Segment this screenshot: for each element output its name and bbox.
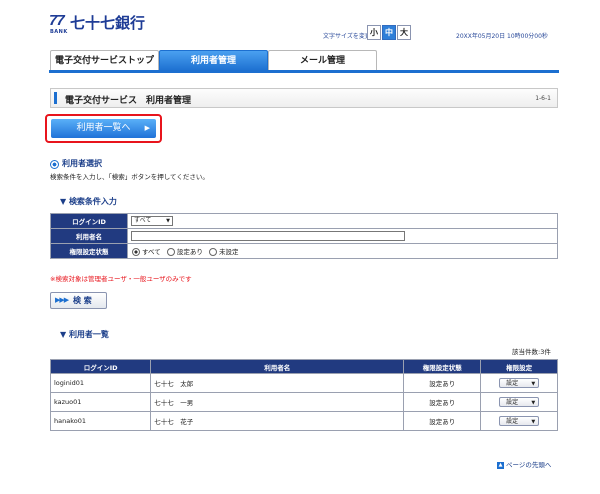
setting-dropdown-button[interactable]: 設定 ▼ bbox=[499, 378, 540, 388]
font-size-label: 文字サイズを変更 bbox=[323, 33, 371, 40]
search-target-note: ※検索対象は管理者ユーザ・一般ユーザのみです bbox=[50, 275, 192, 283]
font-size-medium-button[interactable]: 中 bbox=[382, 25, 396, 40]
search-conditions-table: ログインID すべて ▼ 利用者名 権限設定状態 すべて 設定あり 未設定 bbox=[50, 213, 558, 259]
row-user-name: 七十七 太郎 bbox=[150, 373, 405, 393]
setting-label: 設定 bbox=[506, 418, 519, 425]
user-name-input[interactable] bbox=[131, 231, 405, 241]
user-list-button[interactable]: 利用者一覧へ ▶ bbox=[51, 119, 156, 138]
login-id-select-value: すべて bbox=[134, 217, 152, 224]
auth-status-label: 権限設定状態 bbox=[50, 243, 128, 259]
chevron-right-icon: ▶ bbox=[144, 124, 150, 132]
screen-number: 1-6-1 bbox=[535, 95, 551, 102]
radio-selected-icon bbox=[132, 248, 140, 256]
user-list-table: ログインID 利用者名 権限設定状態 権限設定 loginid01 七十七 太郎… bbox=[49, 359, 558, 431]
column-header-auth-setting: 権限設定 bbox=[480, 359, 558, 374]
auth-radio-set[interactable]: 設定あり bbox=[166, 246, 203, 256]
auth-radio-unset-label: 未設定 bbox=[218, 248, 239, 256]
row-login-id: kazuo01 bbox=[49, 392, 152, 412]
page-top-label: ページの先頭へ bbox=[506, 461, 552, 469]
user-selection-heading: 利用者選択 bbox=[62, 159, 102, 168]
current-datetime: 20XX年05月20日 10時00分00秒 bbox=[456, 33, 548, 40]
bank-logo-mark: 77 bbox=[49, 12, 65, 29]
radio-icon bbox=[166, 248, 175, 256]
row-action-cell: 設定 ▼ bbox=[480, 373, 558, 393]
setting-label: 設定 bbox=[506, 399, 519, 406]
search-row-login-id: ログインID すべて ▼ bbox=[50, 213, 558, 229]
row-action-cell: 設定 ▼ bbox=[480, 392, 558, 412]
chevron-down-icon: ▼ bbox=[531, 400, 536, 406]
table-row: hanako01 七十七 花子 設定あり 設定 ▼ bbox=[49, 411, 558, 431]
page-title: 電子交付サービス 利用者管理 bbox=[65, 96, 192, 106]
triple-arrow-icon: ▶▶▶ bbox=[55, 296, 69, 304]
table-row: loginid01 七十七 太郎 設定あり 設定 ▼ bbox=[49, 373, 558, 393]
tab-user-management[interactable]: 利用者管理 bbox=[159, 50, 268, 71]
row-auth-status: 設定あり bbox=[403, 411, 482, 431]
search-button-label: 検 索 bbox=[73, 296, 92, 305]
row-auth-status: 設定あり bbox=[403, 373, 482, 393]
search-conditions-heading: ▼ 検索条件入力 bbox=[60, 197, 117, 206]
tab-bar-underline bbox=[49, 70, 559, 73]
font-size-small-button[interactable]: 小 bbox=[367, 25, 381, 40]
auth-radio-set-label: 設定あり bbox=[176, 248, 203, 256]
user-list-button-label: 利用者一覧へ bbox=[76, 123, 131, 133]
user-list-heading: ▼ 利用者一覧 bbox=[60, 330, 109, 339]
login-id-select[interactable]: すべて ▼ bbox=[131, 216, 173, 226]
user-name-label: 利用者名 bbox=[50, 228, 128, 244]
row-login-id: hanako01 bbox=[49, 411, 152, 431]
auth-radio-all[interactable]: すべて bbox=[132, 246, 161, 256]
chevron-down-icon: ▼ bbox=[531, 381, 536, 387]
auth-radio-all-label: すべて bbox=[142, 248, 161, 256]
search-instruction: 検索条件を入力し、「検索」ボタンを押してください。 bbox=[50, 173, 209, 181]
result-count: 該当件数:3件 bbox=[512, 348, 551, 356]
page-title-box: 電子交付サービス 利用者管理 1-6-1 bbox=[50, 88, 558, 108]
login-id-label: ログインID bbox=[50, 213, 128, 229]
setting-dropdown-button[interactable]: 設定 ▼ bbox=[499, 416, 540, 426]
page-top-link[interactable]: ▲ ページの先頭へ bbox=[497, 459, 551, 469]
row-user-name: 七十七 花子 bbox=[150, 411, 405, 431]
bank-name: 七十七銀行 bbox=[70, 14, 146, 32]
column-header-auth-status: 権限設定状態 bbox=[403, 359, 482, 374]
bank-logo-caption: BANK bbox=[50, 29, 68, 35]
tab-mail-management[interactable]: メール管理 bbox=[268, 50, 377, 71]
row-user-name: 七十七 一男 bbox=[150, 392, 405, 412]
setting-dropdown-button[interactable]: 設定 ▼ bbox=[499, 397, 540, 407]
search-button[interactable]: ▶▶▶ 検 索 bbox=[50, 292, 107, 309]
column-header-user-name: 利用者名 bbox=[150, 359, 405, 374]
row-login-id: loginid01 bbox=[49, 373, 152, 393]
section-bullet-icon bbox=[50, 160, 59, 169]
arrow-up-icon: ▲ bbox=[497, 461, 504, 469]
chevron-down-icon: ▼ bbox=[166, 218, 170, 224]
row-action-cell: 設定 ▼ bbox=[480, 411, 558, 431]
setting-label: 設定 bbox=[506, 380, 519, 387]
table-row: kazuo01 七十七 一男 設定あり 設定 ▼ bbox=[49, 392, 558, 412]
title-accent-bar bbox=[54, 92, 57, 104]
search-row-auth-status: 権限設定状態 すべて 設定あり 未設定 bbox=[50, 243, 558, 259]
tab-service-top[interactable]: 電子交付サービストップ bbox=[50, 50, 159, 71]
auth-radio-unset[interactable]: 未設定 bbox=[208, 246, 239, 256]
chevron-down-icon: ▼ bbox=[531, 419, 536, 425]
search-row-user-name: 利用者名 bbox=[50, 228, 558, 244]
font-size-large-button[interactable]: 大 bbox=[397, 25, 411, 40]
row-auth-status: 設定あり bbox=[403, 392, 482, 412]
login-id-cell: すべて ▼ bbox=[127, 213, 558, 229]
radio-icon bbox=[208, 248, 217, 256]
user-name-cell bbox=[127, 228, 558, 244]
table-header-row: ログインID 利用者名 権限設定状態 権限設定 bbox=[49, 359, 558, 374]
column-header-login-id: ログインID bbox=[49, 359, 152, 374]
auth-status-cell: すべて 設定あり 未設定 bbox=[127, 243, 558, 259]
